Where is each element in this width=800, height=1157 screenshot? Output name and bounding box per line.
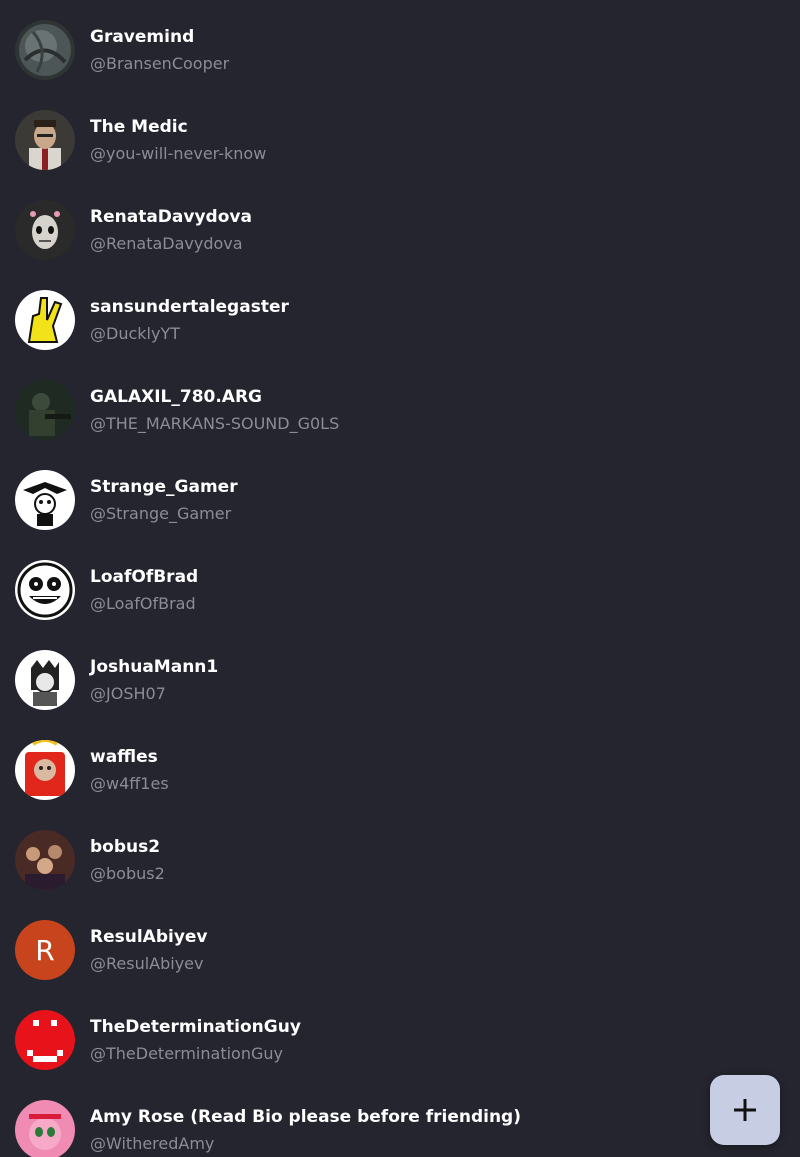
- friend-name: TheDeterminationGuy: [90, 1017, 301, 1037]
- friend-name: RenataDavydova: [90, 207, 252, 227]
- friend-name: sansundertalegaster: [90, 297, 289, 317]
- jester-avatar: [15, 470, 75, 530]
- renata-avatar: [15, 200, 75, 260]
- friend-row[interactable]: RenataDavydova @RenataDavydova: [0, 180, 800, 270]
- friend-name: bobus2: [90, 837, 161, 857]
- friend-name: JoshuaMann1: [90, 657, 219, 677]
- friend-name: LoafOfBrad: [90, 567, 199, 587]
- friend-handle: @BransenCooper: [90, 54, 230, 73]
- friend-name: ResulAbiyev: [90, 927, 208, 947]
- friend-handle: @WitheredAmy: [90, 1134, 215, 1153]
- yellow-hand-avatar: [15, 290, 75, 350]
- plus-icon: [734, 1099, 756, 1121]
- cat-in-box-avatar: [15, 740, 75, 800]
- friend-row[interactable]: bobus2 @bobus2: [0, 810, 800, 900]
- soldier-avatar: [15, 380, 75, 440]
- friend-row[interactable]: Amy Rose (Read Bio please before friendi…: [0, 1080, 800, 1157]
- friend-name: waffles: [90, 747, 158, 767]
- crowd-photo-avatar: [15, 830, 75, 890]
- friend-row[interactable]: TheDeterminationGuy @TheDeterminationGuy: [0, 990, 800, 1080]
- pink-hedgehog-avatar: [15, 1100, 75, 1157]
- friend-handle: @you-will-never-know: [90, 144, 267, 163]
- friend-handle: @JOSH07: [90, 684, 166, 703]
- friend-handle: @Strange_Gamer: [90, 504, 232, 523]
- friend-handle: @THE_MARKANS-SOUND_G0LS: [90, 414, 340, 433]
- friend-row[interactable]: JoshuaMann1 @JOSH07: [0, 630, 800, 720]
- friend-row[interactable]: The Medic @you-will-never-know: [0, 90, 800, 180]
- add-friend-button[interactable]: [710, 1075, 780, 1145]
- friend-row[interactable]: R ResulAbiyev @ResulAbiyev: [0, 900, 800, 990]
- gravemind-avatar: [15, 20, 75, 80]
- friend-handle: @w4ff1es: [90, 774, 169, 793]
- friend-handle: @bobus2: [90, 864, 165, 883]
- friend-handle: @TheDeterminationGuy: [90, 1044, 283, 1063]
- friend-name: Strange_Gamer: [90, 477, 238, 497]
- friend-name: Gravemind: [90, 27, 195, 47]
- friend-name: Amy Rose (Read Bio please before friendi…: [90, 1107, 521, 1127]
- letter-avatar: R: [15, 920, 75, 980]
- friend-name: The Medic: [90, 117, 188, 137]
- red-pixel-avatar: [15, 1010, 75, 1070]
- friend-handle: @RenataDavydova: [90, 234, 243, 253]
- friends-list: Gravemind @BransenCooper The Medic @you-…: [0, 0, 800, 1157]
- drawn-character-avatar: [15, 650, 75, 710]
- friend-name: GALAXIL_780.ARG: [90, 387, 263, 407]
- friend-row[interactable]: sansundertalegaster @DucklyYT: [0, 270, 800, 360]
- avatar-initial: R: [35, 933, 55, 967]
- medic-avatar: [15, 110, 75, 170]
- friend-row[interactable]: GALAXIL_780.ARG @THE_MARKANS-SOUND_G0LS: [0, 360, 800, 450]
- friend-handle: @DucklyYT: [90, 324, 180, 343]
- friend-row[interactable]: LoafOfBrad @LoafOfBrad: [0, 540, 800, 630]
- friend-row[interactable]: waffles @w4ff1es: [0, 720, 800, 810]
- grin-face-avatar: [15, 560, 75, 620]
- friend-row[interactable]: Gravemind @BransenCooper: [0, 0, 800, 90]
- friend-handle: @LoafOfBrad: [90, 594, 196, 613]
- friend-row[interactable]: Strange_Gamer @Strange_Gamer: [0, 450, 800, 540]
- friend-handle: @ResulAbiyev: [90, 954, 204, 973]
